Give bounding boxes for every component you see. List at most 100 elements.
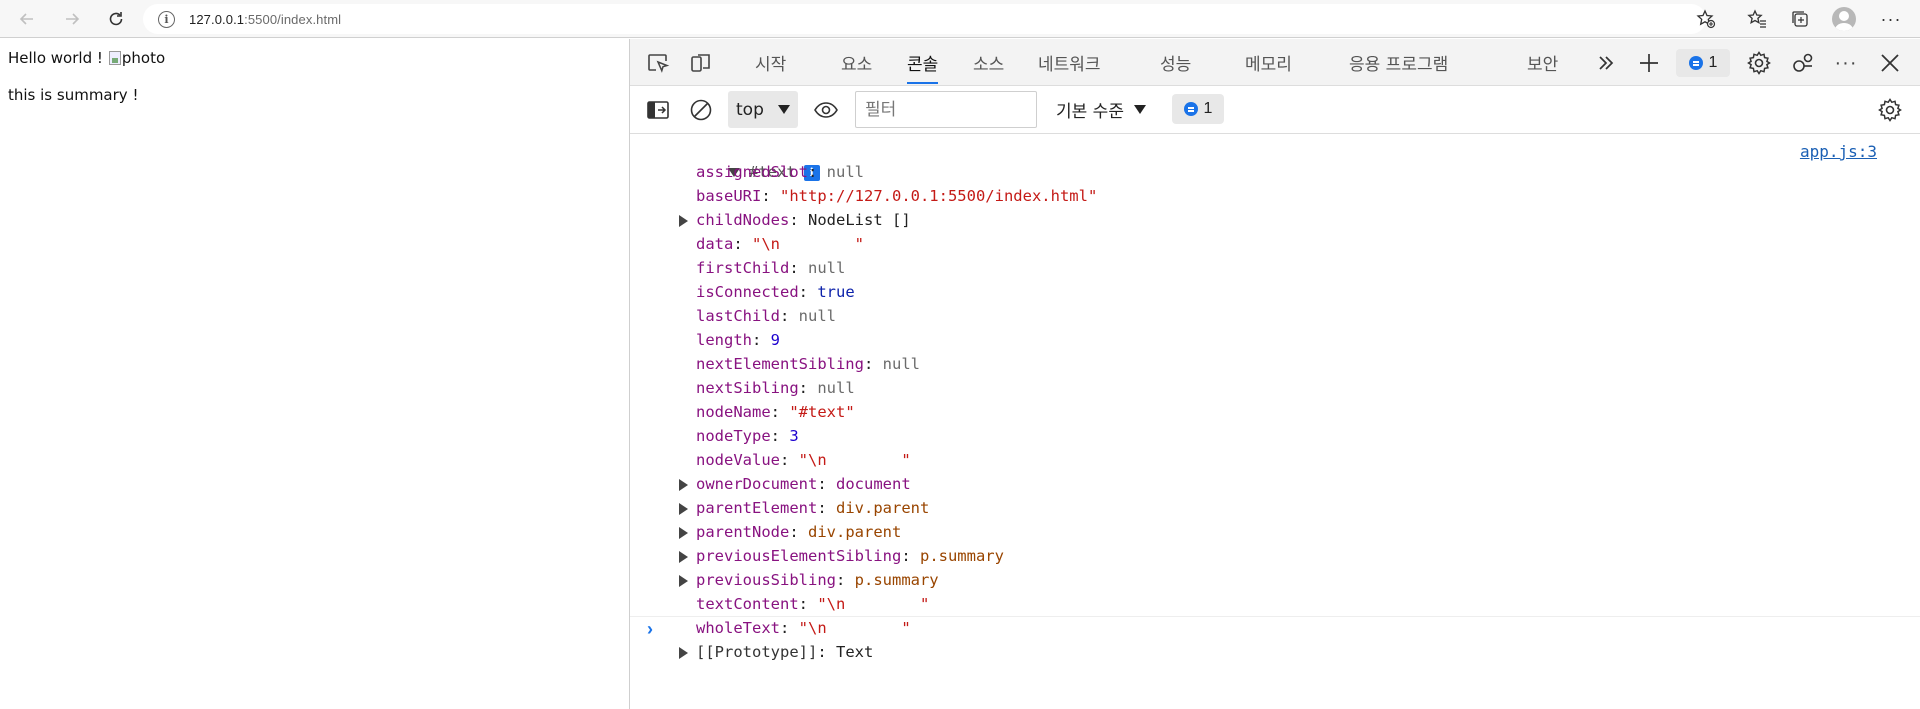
expand-triangle-icon[interactable] <box>679 646 688 659</box>
toolbar-issues-badge[interactable]: 1 <box>1172 94 1224 124</box>
property-key: firstChild <box>696 259 790 277</box>
property-key: textContent <box>696 595 799 613</box>
chevron-down-icon <box>1133 105 1146 114</box>
clear-console-icon[interactable] <box>685 94 717 126</box>
property-value: document <box>836 475 911 493</box>
profile-button[interactable] <box>1822 0 1866 38</box>
prompt-chevron-icon: › <box>647 619 653 639</box>
issues-count: 1 <box>1708 54 1718 71</box>
expand-triangle-icon[interactable] <box>679 550 688 563</box>
tab-sources[interactable]: 소스 <box>973 39 1004 86</box>
property-row: data: "\n " <box>696 232 864 256</box>
tab-start[interactable]: 시작 <box>755 39 786 86</box>
refresh-icon <box>109 12 123 26</box>
property-row: nextElementSibling: null <box>696 352 920 376</box>
sidebar-toggle-icon[interactable] <box>642 94 674 126</box>
tab-network[interactable]: 네트워크 <box>1038 39 1101 86</box>
property-row: textContent: "\n " <box>696 592 929 616</box>
expand-triangle-icon[interactable] <box>679 478 688 491</box>
more-icon[interactable]: ··· <box>1869 0 1913 38</box>
toolbar-issues-count: 1 <box>1203 100 1213 117</box>
expand-triangle-icon[interactable] <box>679 574 688 587</box>
property-separator: : <box>863 355 883 373</box>
tab-memory[interactable]: 메모리 <box>1245 39 1292 86</box>
property-key: nextSibling <box>696 379 799 397</box>
refresh-button[interactable] <box>97 0 135 38</box>
property-key: data <box>696 235 734 253</box>
hello-paragraph: Hello world ! photo <box>8 49 165 67</box>
property-row: isConnected: true <box>696 280 855 304</box>
live-expression-eye-icon[interactable] <box>810 94 842 126</box>
url-text[interactable]: 127.0.0.1:5500/index.html <box>189 12 341 27</box>
site-info-icon[interactable]: i <box>158 10 175 28</box>
property-row: length: 9 <box>696 328 780 352</box>
context-selector[interactable]: top <box>728 91 798 128</box>
property-value: null <box>826 163 864 181</box>
property-row[interactable]: previousElementSibling: p.summary <box>679 544 1004 568</box>
favorites-button[interactable] <box>1735 0 1779 38</box>
property-separator: : <box>733 235 752 253</box>
message-icon <box>1688 56 1703 70</box>
expand-triangle-icon[interactable] <box>679 502 688 515</box>
log-level-selector[interactable]: 기본 수준 <box>1048 91 1146 128</box>
settings-gear-icon[interactable] <box>1743 47 1775 79</box>
forward-button[interactable] <box>53 0 91 38</box>
expand-triangle-icon[interactable] <box>679 526 688 539</box>
source-link[interactable]: app.js:3 <box>1800 142 1877 161</box>
devtools-more-icon[interactable]: ··· <box>1830 47 1862 79</box>
inspect-element-icon[interactable] <box>642 47 674 79</box>
close-icon[interactable] <box>1874 47 1906 79</box>
url-path: :5500/index.html <box>244 11 342 27</box>
property-separator: : <box>761 187 780 205</box>
property-separator: : <box>798 595 818 613</box>
add-tab-icon[interactable] <box>1633 47 1665 79</box>
collections-button[interactable] <box>1778 0 1822 38</box>
tab-console[interactable]: 콘솔 <box>907 39 939 86</box>
tab-elements[interactable]: 요소 <box>841 39 872 86</box>
property-value: p.summary <box>919 547 1004 565</box>
property-separator: : <box>770 403 790 421</box>
property-row[interactable]: parentElement: div.parent <box>679 496 929 520</box>
property-key: length <box>696 331 752 349</box>
property-row[interactable]: parentNode: div.parent <box>679 520 902 544</box>
property-separator: : <box>817 499 836 517</box>
property-value: NodeList [] <box>808 211 911 229</box>
favorites-list-icon <box>1747 9 1766 28</box>
tab-security[interactable]: 보안 <box>1527 39 1558 86</box>
back-button[interactable] <box>8 0 46 38</box>
expand-triangle-icon[interactable] <box>679 214 688 227</box>
property-separator: : <box>780 307 799 325</box>
device-emulation-icon[interactable] <box>685 47 717 79</box>
property-value: div.parent <box>808 523 902 541</box>
tab-performance[interactable]: 성능 <box>1160 39 1191 86</box>
property-row[interactable]: previousSibling: p.summary <box>679 568 939 592</box>
property-row: nodeType: 3 <box>696 424 799 448</box>
image-alt-text: photo <box>121 49 166 67</box>
property-row[interactable]: [[Prototype]]: Text <box>679 640 874 664</box>
tab-application[interactable]: 응용 프로그램 <box>1349 39 1448 86</box>
property-separator: : <box>789 259 808 277</box>
console-settings-gear-icon[interactable] <box>1874 94 1906 126</box>
console-prompt[interactable]: › <box>630 616 1920 640</box>
collections-icon <box>1792 11 1808 27</box>
add-favorite-button[interactable] <box>1686 0 1726 38</box>
property-value: null <box>808 259 846 277</box>
object-header[interactable]: #text i <box>672 136 820 181</box>
more-tabs-icon[interactable] <box>1590 47 1622 79</box>
property-separator: : <box>798 379 818 397</box>
customize-icon[interactable] <box>1787 47 1819 79</box>
property-key: assignedSlot <box>696 163 808 181</box>
property-row: nodeValue: "\n " <box>696 448 911 472</box>
property-row[interactable]: childNodes: NodeList [] <box>679 208 911 232</box>
filter-input[interactable] <box>855 91 1037 128</box>
property-value: Text <box>836 643 874 661</box>
address-bar[interactable]: i 127.0.0.1:5500/index.html <box>143 4 1706 34</box>
broken-image: photo <box>108 49 166 67</box>
property-value: 9 <box>770 331 781 349</box>
property-value: "\n " <box>817 595 930 613</box>
property-value: "\n " <box>752 235 864 253</box>
property-key: lastChild <box>696 307 780 325</box>
issues-badge[interactable]: 1 <box>1676 49 1730 77</box>
property-row[interactable]: ownerDocument: document <box>679 472 911 496</box>
property-key: previousElementSibling <box>696 547 902 565</box>
